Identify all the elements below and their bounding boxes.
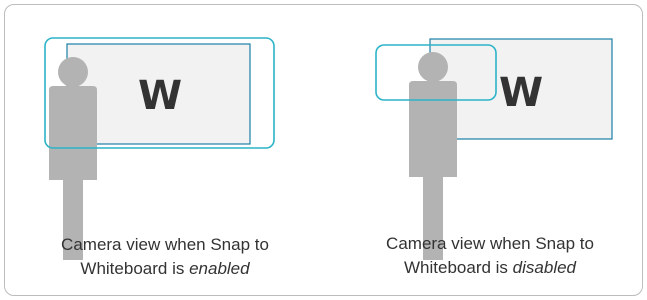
left-caption-state: enabled xyxy=(189,259,250,278)
left-caption-prefix: Whiteboard is xyxy=(80,259,190,278)
right-caption-line1: Camera view when Snap to xyxy=(386,234,594,253)
left-caption-line1: Camera view when Snap to xyxy=(61,235,269,254)
right-caption-prefix: Whiteboard is xyxy=(404,258,513,277)
right-caption-line2: Whiteboard is disabled xyxy=(340,256,640,280)
left-whiteboard-letter: W xyxy=(138,73,182,119)
left-caption: Camera view when Snap to Whiteboard is e… xyxy=(15,233,315,281)
right-caption-state: disabled xyxy=(512,258,576,277)
right-whiteboard-letter: W xyxy=(499,70,543,116)
right-scene: W xyxy=(375,38,613,260)
right-caption: Camera view when Snap to Whiteboard is d… xyxy=(340,232,640,280)
left-caption-line2: Whiteboard is enabled xyxy=(15,257,315,281)
right-person-icon xyxy=(409,52,457,260)
left-person-icon xyxy=(49,57,97,260)
left-scene: W xyxy=(44,37,275,260)
